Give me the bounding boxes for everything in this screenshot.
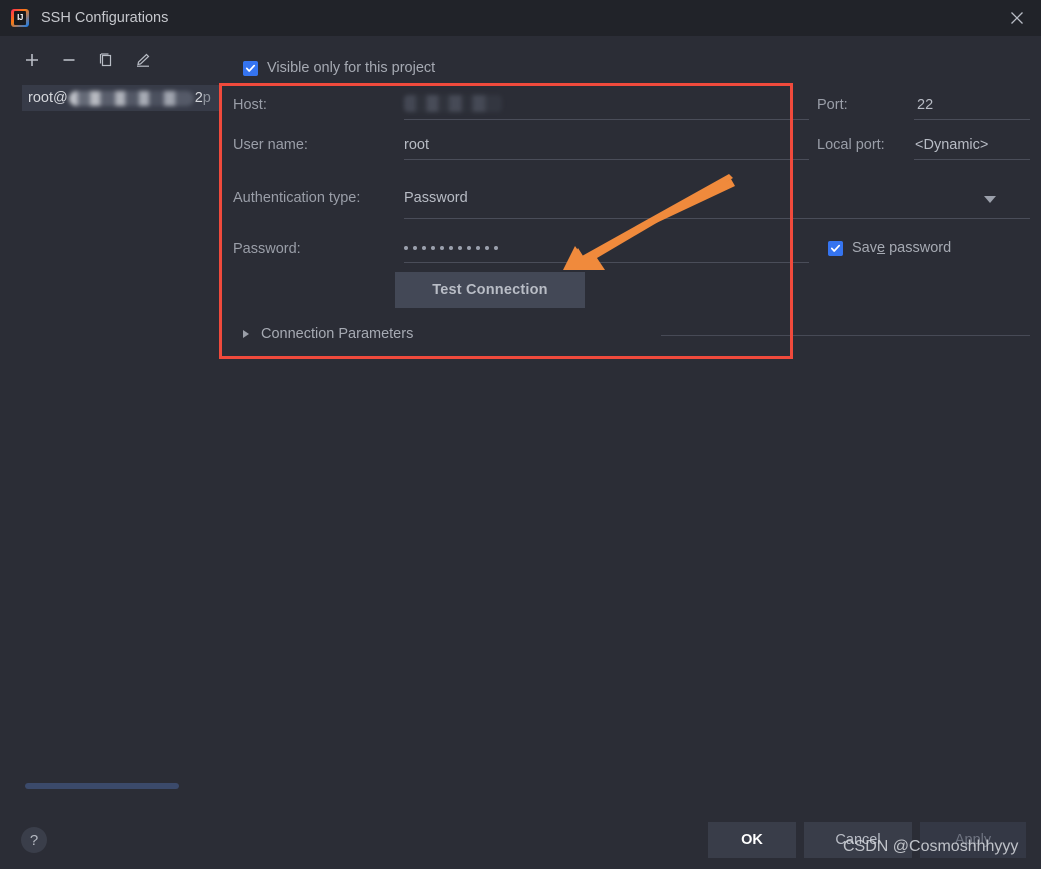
visible-only-label: Visible only for this project bbox=[267, 60, 436, 76]
list-item-user: root@ bbox=[28, 90, 68, 106]
redacted-host bbox=[68, 90, 194, 106]
port-input[interactable]: 22 bbox=[917, 97, 933, 113]
password-label: Password: bbox=[233, 241, 301, 257]
window-title: SSH Configurations bbox=[41, 10, 169, 26]
save-password-label-after: password bbox=[885, 240, 952, 256]
configurations-sidebar: root@ 2 p bbox=[0, 36, 221, 811]
intellij-idea-icon: IJ bbox=[11, 9, 29, 27]
host-label: Host: bbox=[233, 97, 267, 113]
auth-type-label: Authentication type: bbox=[233, 190, 361, 206]
horizontal-scrollbar[interactable] bbox=[25, 783, 179, 789]
host-input-redacted-value[interactable] bbox=[404, 95, 502, 112]
list-item-suffix: p bbox=[202, 90, 211, 106]
chevron-right-icon[interactable] bbox=[243, 330, 249, 338]
test-connection-button[interactable]: Test Connection bbox=[395, 272, 585, 308]
visible-only-checkbox[interactable] bbox=[243, 61, 258, 76]
edit-pencil-button[interactable] bbox=[133, 50, 153, 70]
password-input-underline bbox=[404, 262, 809, 263]
save-password-label-mnemonic: e bbox=[877, 240, 886, 256]
local-port-label: Local port: bbox=[817, 137, 885, 153]
save-password-checkbox[interactable] bbox=[828, 241, 843, 256]
username-input-underline bbox=[404, 159, 809, 160]
ssh-configurations-dialog: IJ SSH Configurations root@ 2 p Visible … bbox=[0, 0, 1041, 869]
save-password-label-before: Sav bbox=[852, 240, 877, 256]
chevron-down-icon[interactable] bbox=[984, 196, 996, 203]
add-button[interactable] bbox=[22, 50, 42, 70]
watermark: CSDN @Cosmoshhhyyy bbox=[843, 838, 1019, 855]
save-password-label: Save password bbox=[852, 240, 951, 256]
configuration-form: Visible only for this project Host: Port… bbox=[221, 36, 1041, 811]
port-input-underline bbox=[914, 119, 1030, 120]
help-button[interactable]: ? bbox=[21, 827, 47, 853]
list-item-port: 2 bbox=[194, 90, 203, 106]
copy-button[interactable] bbox=[96, 50, 116, 70]
connection-parameters-label[interactable]: Connection Parameters bbox=[261, 326, 413, 342]
local-port-input-underline bbox=[914, 159, 1030, 160]
ssh-configuration-list: root@ 2 p bbox=[22, 85, 221, 111]
port-label: Port: bbox=[817, 97, 848, 113]
auth-type-underline bbox=[404, 218, 1030, 219]
ok-button[interactable]: OK bbox=[708, 822, 796, 858]
password-input[interactable] bbox=[404, 246, 498, 250]
username-input[interactable]: root bbox=[404, 137, 429, 153]
close-icon[interactable] bbox=[993, 0, 1041, 36]
auth-type-value[interactable]: Password bbox=[404, 190, 468, 206]
remove-button[interactable] bbox=[59, 50, 79, 70]
username-label: User name: bbox=[233, 137, 308, 153]
title-bar: IJ SSH Configurations bbox=[0, 0, 1041, 36]
section-divider bbox=[661, 335, 1030, 336]
list-item[interactable]: root@ 2 p bbox=[22, 85, 221, 111]
sidebar-toolbar bbox=[22, 50, 153, 70]
host-input-underline bbox=[404, 119, 809, 120]
local-port-input[interactable]: <Dynamic> bbox=[915, 137, 988, 153]
